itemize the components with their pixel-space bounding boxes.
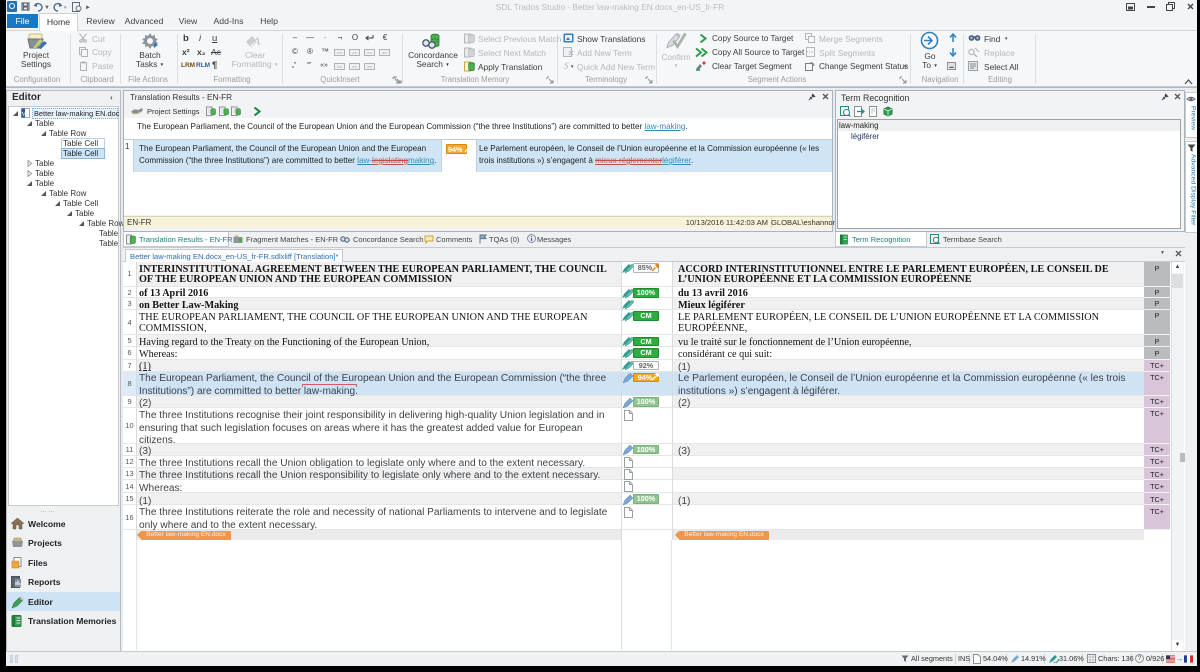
svg-text:W: W: [22, 111, 29, 118]
svg-text:A: A: [252, 34, 261, 48]
